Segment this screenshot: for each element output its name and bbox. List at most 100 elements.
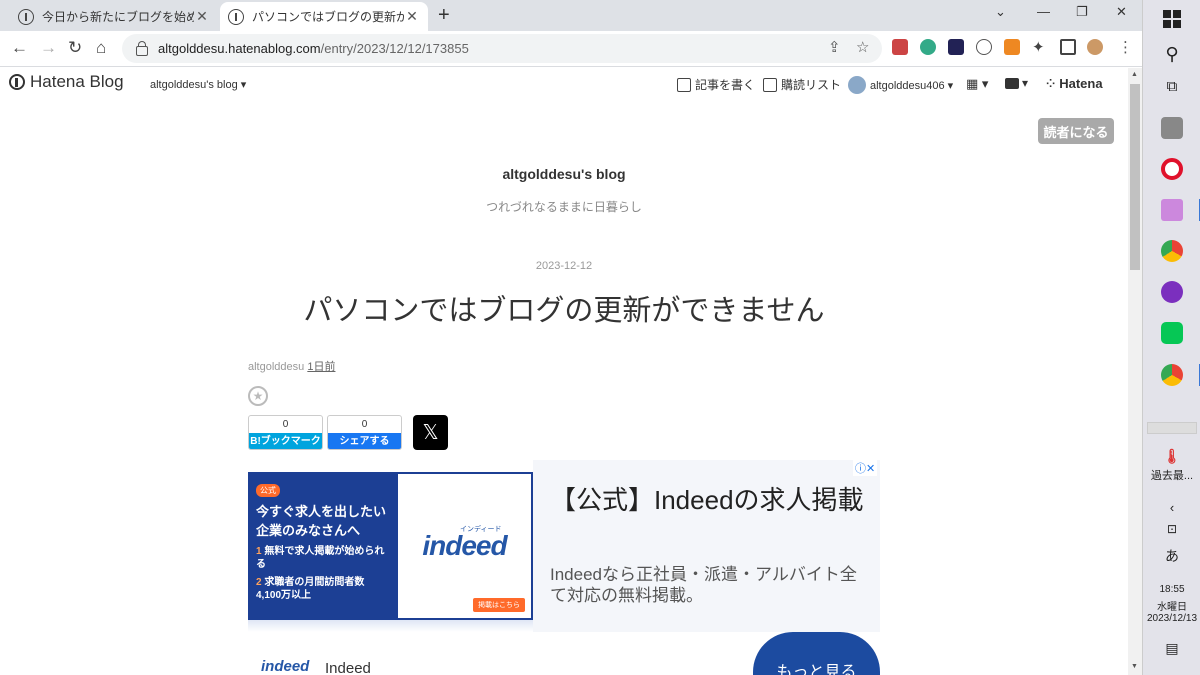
share-count: 0 — [361, 419, 368, 430]
extension-globe-icon[interactable] — [920, 39, 936, 55]
bookmark-star-icon[interactable]: ☆ — [856, 38, 869, 56]
indeed-ad[interactable]: 公式 今すぐ求人を出したい企業のみなさんへ 1 無料で求人掲載が始められる 2 … — [248, 460, 880, 675]
reload-icon[interactable]: ↻ — [68, 38, 82, 58]
indeed-kana: インディード — [460, 526, 502, 533]
hatena-brand-link[interactable]: ⁘ Hatena — [1046, 76, 1103, 91]
tab-title: 今日から新たにブログを始めました - — [42, 10, 194, 24]
page-scrollbar[interactable]: ▲ ▼ — [1128, 68, 1142, 675]
extension-color-icon[interactable] — [892, 39, 908, 55]
browser-menu-icon[interactable]: ⋮ — [1118, 38, 1133, 56]
ad-advertiser-name[interactable]: Indeed — [325, 660, 371, 675]
side-panel-icon[interactable] — [1060, 39, 1076, 55]
task-view-icon[interactable]: ⧉ — [1143, 78, 1200, 95]
extension-chat-icon[interactable] — [976, 39, 992, 55]
notification-icon[interactable]: ▤ — [1143, 640, 1200, 657]
blog-title[interactable]: altgolddesu's blog — [0, 166, 1128, 182]
notify-caret: ▾ — [1022, 76, 1029, 90]
ad-title[interactable]: 【公式】Indeedの求人掲載 — [550, 482, 870, 519]
tab-close-icon[interactable]: ✕ — [404, 8, 420, 25]
indeed-mini-logo: indeed — [261, 658, 310, 675]
url-text: altgolddesu.hatenablog.com/entry/2023/12… — [158, 41, 469, 56]
app-laptop-icon[interactable] — [1161, 117, 1183, 139]
share-icon[interactable]: ⇪ — [828, 38, 841, 56]
write-article-link[interactable]: 記事を書く — [677, 76, 755, 93]
taskbar-scroller[interactable] — [1147, 422, 1197, 434]
lock-icon — [136, 40, 148, 56]
tab-blog-start[interactable]: 今日から新たにブログを始めました - ✕ — [10, 2, 218, 31]
extension-exif-icon[interactable] — [1004, 39, 1020, 55]
user-name: altgolddesu406 ▾ — [870, 79, 954, 92]
address-bar[interactable]: altgolddesu.hatenablog.com/entry/2023/12… — [122, 34, 882, 63]
post-date[interactable]: 2023-12-12 — [0, 260, 1128, 272]
opera-icon[interactable] — [1161, 158, 1183, 180]
post-author[interactable]: altgolddesu — [248, 361, 304, 373]
notifications-menu[interactable]: ▾ — [1005, 76, 1028, 90]
ad-description[interactable]: Indeedなら正社員・派遣・アルバイト全て対応の無料掲載。 — [550, 564, 870, 606]
scroll-down-arrow-icon[interactable]: ▼ — [1131, 663, 1138, 670]
clock-weekday[interactable]: 水曜日 — [1143, 598, 1200, 613]
maximize-button[interactable]: ❐ — [1076, 4, 1088, 20]
back-arrow-icon[interactable]: ← — [11, 38, 28, 58]
clock-date[interactable]: 2023/12/13 — [1143, 613, 1200, 624]
tab-strip: 今日から新たにブログを始めました - ✕ パソコンではブログの更新ができませ/ … — [0, 0, 1142, 31]
user-menu[interactable]: altgolddesu406 ▾ — [848, 76, 953, 94]
post-relative-time-link[interactable]: 1日前 — [307, 361, 335, 373]
scroll-up-arrow-icon[interactable]: ▲ — [1131, 71, 1138, 78]
x-share-button[interactable]: 𝕏 — [413, 415, 448, 450]
ad-image[interactable]: 公式 今すぐ求人を出したい企業のみなさんへ 1 無料で求人掲載が始められる 2 … — [248, 460, 533, 632]
screen: 今日から新たにブログを始めました - ✕ パソコンではブログの更新ができませ/ … — [0, 0, 1200, 675]
chrome-profile-icon[interactable] — [1161, 364, 1183, 386]
logo-text: Hatena Blog — [30, 72, 124, 91]
facebook-share-button[interactable]: 0 シェアする — [327, 415, 402, 450]
windows-start-icon[interactable] — [1163, 10, 1181, 28]
ime-indicator[interactable]: あ — [1143, 546, 1200, 566]
tab-title: パソコンではブログの更新ができませ/ — [252, 10, 404, 24]
weather-label[interactable]: 過去最... — [1143, 467, 1200, 483]
tab-current-post[interactable]: パソコンではブログの更新ができませ/ ✕ — [220, 2, 428, 31]
hatena-header: Hatena Blog altgolddesu's blog ▾ 記事を書く 購… — [0, 68, 1128, 100]
new-tab-button[interactable]: + — [438, 4, 450, 27]
ad-banner-left: 公式 今すぐ求人を出したい企業のみなさんへ 1 無料で求人掲載が始められる 2 … — [248, 472, 398, 620]
ad-point-1-num: 1 — [256, 546, 262, 557]
search-icon[interactable]: ⚲ — [1143, 44, 1200, 65]
tray-chevron-icon[interactable]: ‹ — [1143, 500, 1200, 515]
apps-grid-icon[interactable]: ▦ ▾ — [966, 76, 988, 92]
ad-footer: indeed Indeed もっと見る — [248, 632, 880, 675]
subscribe-button[interactable]: 読者になる — [1038, 118, 1114, 144]
chrome-icon[interactable] — [1161, 240, 1183, 262]
browser-toolbar: ← → ↻ ⌂ altgolddesu.hatenablog.com/entry… — [0, 31, 1142, 67]
app-infinity-icon[interactable] — [1161, 281, 1183, 303]
tab-search-icon[interactable]: ⌄ — [995, 4, 1006, 20]
hatena-bookmark-button[interactable]: 0 B!ブックマーク — [248, 415, 323, 450]
brand-label: Hatena — [1059, 76, 1103, 91]
reading-list-link[interactable]: 購読リスト — [763, 76, 841, 93]
hatena-blog-logo[interactable]: Hatena Blog — [9, 72, 124, 92]
network-icon[interactable]: ⊡ — [1143, 522, 1200, 536]
scrollbar-thumb[interactable] — [1130, 84, 1140, 270]
bookmark-label: B!ブックマーク — [249, 433, 322, 449]
blog-description: つれづれなるままに日暮らし — [486, 200, 642, 214]
blog-switcher-dropdown[interactable]: altgolddesu's blog ▾ — [150, 78, 246, 91]
ad-more-button[interactable]: もっと見る — [753, 632, 880, 675]
minimize-button[interactable]: — — [1037, 4, 1050, 19]
line-icon[interactable] — [1161, 322, 1183, 344]
share-label: シェアする — [328, 433, 401, 449]
ad-image-headline: 今すぐ求人を出したい企業のみなさんへ — [256, 504, 387, 538]
extension-dictionary-icon[interactable] — [948, 39, 964, 55]
add-star-icon[interactable]: ★ — [248, 386, 268, 406]
clock-time[interactable]: 18:55 — [1143, 584, 1200, 595]
ad-point-2-num: 2 — [256, 577, 262, 588]
user-avatar — [848, 76, 866, 94]
close-window-button[interactable]: ✕ — [1116, 4, 1127, 20]
forward-arrow-icon[interactable]: → — [40, 38, 57, 58]
ad-choices-icon[interactable]: ⓘ✕ — [853, 460, 878, 476]
profile-avatar[interactable] — [1087, 39, 1103, 55]
ad-point-1: 1 無料で求人掲載が始められる — [256, 545, 390, 571]
extensions-puzzle-icon[interactable]: ✦ — [1032, 38, 1045, 56]
hatena-favicon-icon — [228, 8, 244, 25]
post-title[interactable]: パソコンではブログの更新ができません — [0, 287, 1128, 329]
home-icon[interactable]: ⌂ — [96, 38, 106, 58]
app-notes-icon[interactable] — [1161, 199, 1183, 221]
ad-fade — [248, 620, 533, 632]
tab-close-icon[interactable]: ✕ — [194, 8, 210, 25]
